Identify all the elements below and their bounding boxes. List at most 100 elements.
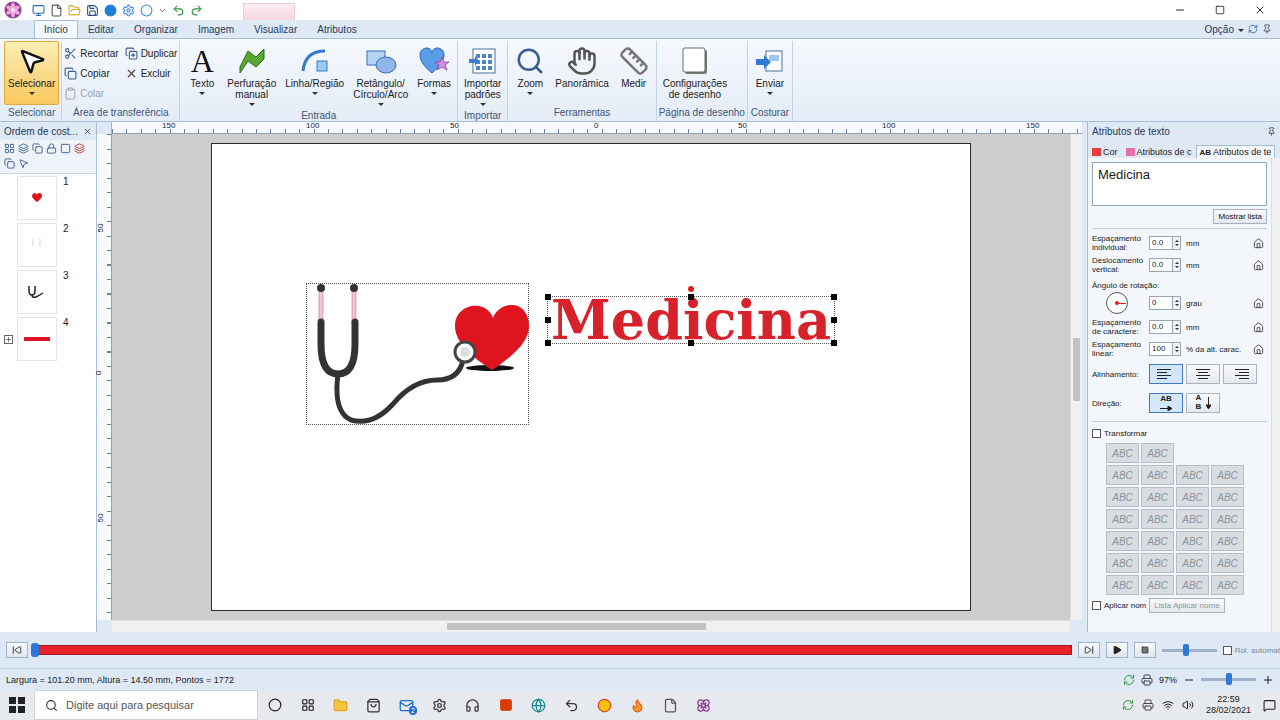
transform-preset[interactable]: ABC bbox=[1176, 531, 1209, 551]
autoscroll-checkbox[interactable]: Rol. automat bbox=[1223, 642, 1280, 658]
print-icon[interactable] bbox=[1141, 674, 1153, 686]
spin-field[interactable]: 0 bbox=[1149, 296, 1183, 310]
open-folder-icon[interactable] bbox=[68, 4, 81, 17]
ribbon-button[interactable]: Medir bbox=[614, 41, 654, 105]
transform-preset[interactable]: ABC bbox=[1211, 575, 1244, 595]
ribbon-small-button[interactable]: Excluir bbox=[125, 63, 178, 83]
ribbon-button[interactable]: Zoom bbox=[510, 41, 550, 105]
rotation-dial[interactable] bbox=[1106, 292, 1128, 314]
ribbon-button[interactable]: Formas bbox=[413, 41, 455, 105]
resize-handle[interactable] bbox=[831, 340, 837, 346]
minimize-button[interactable] bbox=[1160, 0, 1200, 20]
redo-icon[interactable] bbox=[190, 4, 203, 17]
dropdown-icon[interactable] bbox=[158, 6, 167, 15]
transform-preset[interactable]: ABC bbox=[1141, 465, 1174, 485]
attribute-tab[interactable]: Atributos de c bbox=[1122, 145, 1196, 158]
ribbon-button[interactable]: Importarpadrões bbox=[460, 41, 505, 110]
transform-preset[interactable]: ABC bbox=[1141, 443, 1174, 463]
transform-preset[interactable]: ABC bbox=[1106, 443, 1139, 463]
close-panel-icon[interactable] bbox=[83, 127, 92, 136]
grid-icon[interactable] bbox=[4, 143, 15, 154]
taskbar-app[interactable] bbox=[291, 690, 324, 720]
close-button[interactable] bbox=[1240, 0, 1280, 20]
rotate-handle[interactable] bbox=[688, 286, 694, 292]
realistic-view-icon[interactable] bbox=[1123, 674, 1135, 686]
layers-icon[interactable] bbox=[18, 143, 29, 154]
spin-field[interactable]: 0.0 bbox=[1149, 236, 1183, 250]
transform-preset[interactable]: ABC bbox=[1211, 531, 1244, 551]
transform-preset[interactable]: ABC bbox=[1141, 553, 1174, 573]
reset-default-icon[interactable] bbox=[1253, 322, 1264, 333]
lock-icon[interactable] bbox=[46, 143, 57, 154]
show-list-button[interactable]: Mostrar lista bbox=[1213, 209, 1267, 224]
ribbon-tab[interactable]: Início bbox=[34, 20, 78, 38]
spin-field[interactable]: 100 bbox=[1149, 342, 1183, 356]
reset-default-icon[interactable] bbox=[1253, 260, 1264, 271]
transform-preset[interactable]: ABC bbox=[1176, 575, 1209, 595]
taskbar-app[interactable]: 2 bbox=[390, 690, 423, 720]
square-icon[interactable] bbox=[60, 143, 71, 154]
alignment-button[interactable] bbox=[1186, 364, 1220, 384]
transform-preset[interactable]: ABC bbox=[1176, 487, 1209, 507]
app-logo-icon[interactable] bbox=[4, 1, 22, 19]
windows-start-icon[interactable] bbox=[9, 697, 25, 713]
transform-preset[interactable]: ABC bbox=[1106, 465, 1139, 485]
volume-icon[interactable] bbox=[1182, 699, 1194, 711]
ribbon-button[interactable]: Enviar bbox=[750, 41, 790, 105]
transform-checkbox[interactable]: Transformar bbox=[1092, 425, 1267, 441]
transform-preset[interactable]: ABC bbox=[1176, 509, 1209, 529]
ribbon-tab[interactable]: Visualizar bbox=[244, 20, 307, 38]
simulation-track[interactable] bbox=[34, 645, 1072, 655]
transform-preset[interactable]: ABC bbox=[1176, 465, 1209, 485]
taskbar-app[interactable] bbox=[357, 690, 390, 720]
taskbar-app[interactable] bbox=[588, 690, 621, 720]
ribbon-tab[interactable]: Editar bbox=[78, 20, 124, 38]
ribbon-tab[interactable]: Atributos bbox=[307, 20, 366, 38]
resize-handle[interactable] bbox=[831, 317, 837, 323]
undo-icon[interactable] bbox=[172, 4, 185, 17]
transform-preset[interactable]: ABC bbox=[1106, 487, 1139, 507]
canvas[interactable]: Medicina bbox=[112, 134, 1070, 620]
select-icon[interactable] bbox=[18, 158, 29, 169]
go-end-button[interactable] bbox=[1078, 642, 1100, 658]
taskbar-app[interactable] bbox=[621, 690, 654, 720]
sync-icon[interactable] bbox=[1122, 699, 1134, 711]
text-element[interactable]: Medicina bbox=[547, 296, 835, 344]
transform-preset[interactable]: ABC bbox=[1106, 509, 1139, 529]
vertical-scrollbar[interactable] bbox=[1070, 134, 1082, 620]
taskbar-app[interactable] bbox=[324, 690, 357, 720]
resize-handle[interactable] bbox=[545, 294, 551, 300]
text-input[interactable]: Medicina bbox=[1092, 162, 1267, 206]
transform-preset[interactable]: ABC bbox=[1211, 509, 1244, 529]
track-thumb[interactable] bbox=[31, 643, 39, 657]
resize-handle[interactable] bbox=[688, 294, 694, 300]
restore-button[interactable] bbox=[1200, 0, 1240, 20]
stethoscope-heart-design[interactable] bbox=[307, 284, 530, 426]
new-file-icon[interactable] bbox=[50, 4, 63, 17]
pin-icon[interactable] bbox=[1262, 24, 1272, 34]
ribbon-button[interactable]: ATexto bbox=[182, 41, 222, 105]
zoom-slider[interactable] bbox=[1201, 678, 1256, 681]
expand-icon[interactable] bbox=[4, 335, 13, 344]
ribbon-button[interactable]: Configuraçõesde desenho bbox=[659, 41, 731, 105]
taskbar-app[interactable] bbox=[522, 690, 555, 720]
taskbar-app[interactable] bbox=[489, 690, 522, 720]
reset-default-icon[interactable] bbox=[1253, 238, 1264, 249]
alignment-button[interactable] bbox=[1223, 364, 1257, 384]
tray-icon[interactable] bbox=[1142, 699, 1154, 711]
transform-preset[interactable]: ABC bbox=[1106, 531, 1139, 551]
taskbar-search[interactable]: Digite aqui para pesquisar bbox=[34, 690, 258, 720]
speed-slider[interactable] bbox=[1162, 649, 1217, 652]
transform-preset[interactable]: ABC bbox=[1141, 487, 1174, 507]
copy-icon[interactable] bbox=[32, 143, 43, 154]
go-start-button[interactable] bbox=[6, 642, 28, 658]
resize-handle[interactable] bbox=[688, 340, 694, 346]
ribbon-tab[interactable]: Imagem bbox=[188, 20, 244, 38]
transform-preset[interactable]: ABC bbox=[1141, 531, 1174, 551]
clock[interactable]: 22:5928/02/2021 bbox=[1202, 694, 1255, 716]
notifications-icon[interactable] bbox=[1263, 699, 1276, 712]
taskbar-app[interactable] bbox=[687, 690, 720, 720]
zoom-in-icon[interactable] bbox=[1262, 674, 1274, 686]
taskbar-app[interactable] bbox=[258, 690, 291, 720]
ribbon-button[interactable]: Selecionar bbox=[4, 41, 59, 105]
